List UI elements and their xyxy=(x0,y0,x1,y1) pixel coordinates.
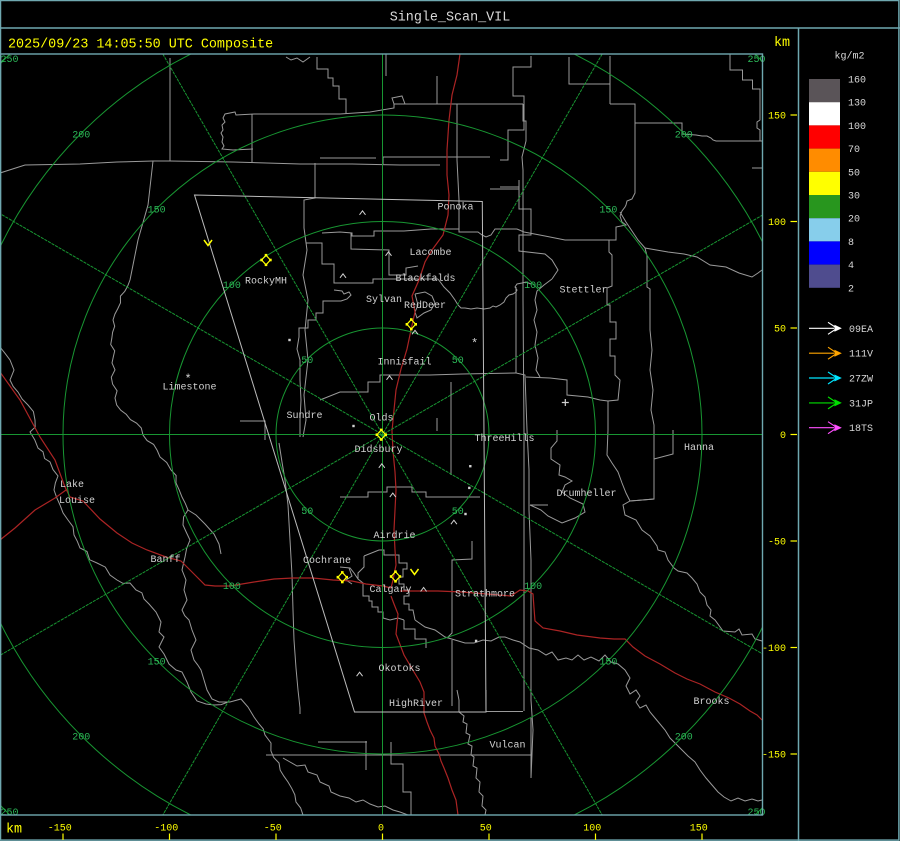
svg-text:km: km xyxy=(6,823,22,838)
svg-text:50: 50 xyxy=(301,507,313,518)
svg-text:Hanna: Hanna xyxy=(684,443,714,454)
svg-text:20: 20 xyxy=(848,215,860,226)
svg-text:Strathmore: Strathmore xyxy=(455,589,515,601)
svg-text:-150: -150 xyxy=(762,751,786,762)
svg-text:8: 8 xyxy=(848,238,854,249)
svg-text:150: 150 xyxy=(599,206,617,217)
svg-text:Blackfalds: Blackfalds xyxy=(396,273,456,285)
svg-text:250: 250 xyxy=(1,808,19,819)
svg-text:ThreeHills: ThreeHills xyxy=(475,433,535,445)
svg-text:Lacombe: Lacombe xyxy=(410,247,452,259)
svg-text:50: 50 xyxy=(774,325,786,336)
svg-text:Sylvan: Sylvan xyxy=(366,294,402,306)
svg-text:100: 100 xyxy=(223,582,241,593)
svg-text:2025/09/23 14:05:50 UTC Compos: 2025/09/23 14:05:50 UTC Composite xyxy=(8,38,273,53)
svg-text:150: 150 xyxy=(148,206,166,217)
svg-text:-100: -100 xyxy=(154,824,178,835)
svg-text:111V: 111V xyxy=(849,350,873,361)
svg-text:Louise: Louise xyxy=(59,495,95,507)
svg-text:-50: -50 xyxy=(264,824,282,835)
svg-text:18TS: 18TS xyxy=(849,424,873,435)
svg-text:30: 30 xyxy=(848,192,860,203)
svg-text:*: * xyxy=(471,337,478,351)
svg-text:Vulcan: Vulcan xyxy=(490,740,526,752)
svg-text:50: 50 xyxy=(452,356,464,367)
svg-text:4: 4 xyxy=(848,261,854,272)
svg-text:50: 50 xyxy=(480,824,492,835)
svg-text:200: 200 xyxy=(675,733,693,744)
svg-text:100: 100 xyxy=(524,582,542,593)
svg-text:200: 200 xyxy=(72,130,90,141)
svg-text:50: 50 xyxy=(301,356,313,367)
svg-text:Calgary: Calgary xyxy=(370,584,412,596)
svg-text:100: 100 xyxy=(524,281,542,292)
svg-text:Innisfail: Innisfail xyxy=(378,357,432,369)
svg-text:Didsbury: Didsbury xyxy=(355,444,403,456)
svg-text:Okotoks: Okotoks xyxy=(379,663,421,675)
svg-text:0: 0 xyxy=(378,824,384,835)
svg-text:160: 160 xyxy=(848,76,866,87)
svg-text:50: 50 xyxy=(848,168,860,179)
svg-text:150: 150 xyxy=(148,657,166,668)
svg-text:Cochrane: Cochrane xyxy=(303,555,351,567)
svg-text:HighRiver: HighRiver xyxy=(389,698,443,710)
svg-text:150: 150 xyxy=(690,824,708,835)
svg-text:Olds: Olds xyxy=(370,413,394,425)
svg-text:*: * xyxy=(185,373,192,387)
svg-text:31JP: 31JP xyxy=(849,399,873,410)
svg-text:Brooks: Brooks xyxy=(694,696,730,708)
svg-text:RockyMH: RockyMH xyxy=(245,276,287,288)
svg-text:-150: -150 xyxy=(48,824,72,835)
svg-text:0: 0 xyxy=(780,431,786,442)
svg-text:100: 100 xyxy=(768,218,786,229)
svg-text:09EA: 09EA xyxy=(849,325,873,336)
svg-text:RedDeer: RedDeer xyxy=(404,300,446,312)
svg-text:200: 200 xyxy=(72,733,90,744)
svg-text:250: 250 xyxy=(1,55,19,66)
svg-text:150: 150 xyxy=(599,657,617,668)
svg-text:200: 200 xyxy=(675,130,693,141)
svg-text:Sundre: Sundre xyxy=(287,410,323,422)
svg-text:100: 100 xyxy=(583,824,601,835)
svg-text:2: 2 xyxy=(848,284,854,295)
svg-text:Drumheller: Drumheller xyxy=(557,488,617,500)
svg-text:100: 100 xyxy=(848,122,866,133)
svg-text:100: 100 xyxy=(223,281,241,292)
svg-text:Airdrie: Airdrie xyxy=(374,530,416,542)
svg-text:50: 50 xyxy=(452,507,464,518)
svg-text:Ponoka: Ponoka xyxy=(438,202,474,214)
svg-text:70: 70 xyxy=(848,145,860,156)
svg-text:-100: -100 xyxy=(762,644,786,655)
svg-text:km: km xyxy=(774,36,790,51)
svg-text:Single_Scan_VIL: Single_Scan_VIL xyxy=(390,11,511,26)
svg-text:150: 150 xyxy=(768,112,786,123)
svg-text:27ZW: 27ZW xyxy=(849,375,873,386)
svg-text:kg/m2: kg/m2 xyxy=(835,51,865,63)
svg-text:Banff: Banff xyxy=(151,554,181,566)
svg-text:Stettler: Stettler xyxy=(560,285,608,297)
svg-text:-50: -50 xyxy=(768,538,786,549)
svg-text:Lake: Lake xyxy=(60,479,84,491)
svg-text:130: 130 xyxy=(848,99,866,110)
